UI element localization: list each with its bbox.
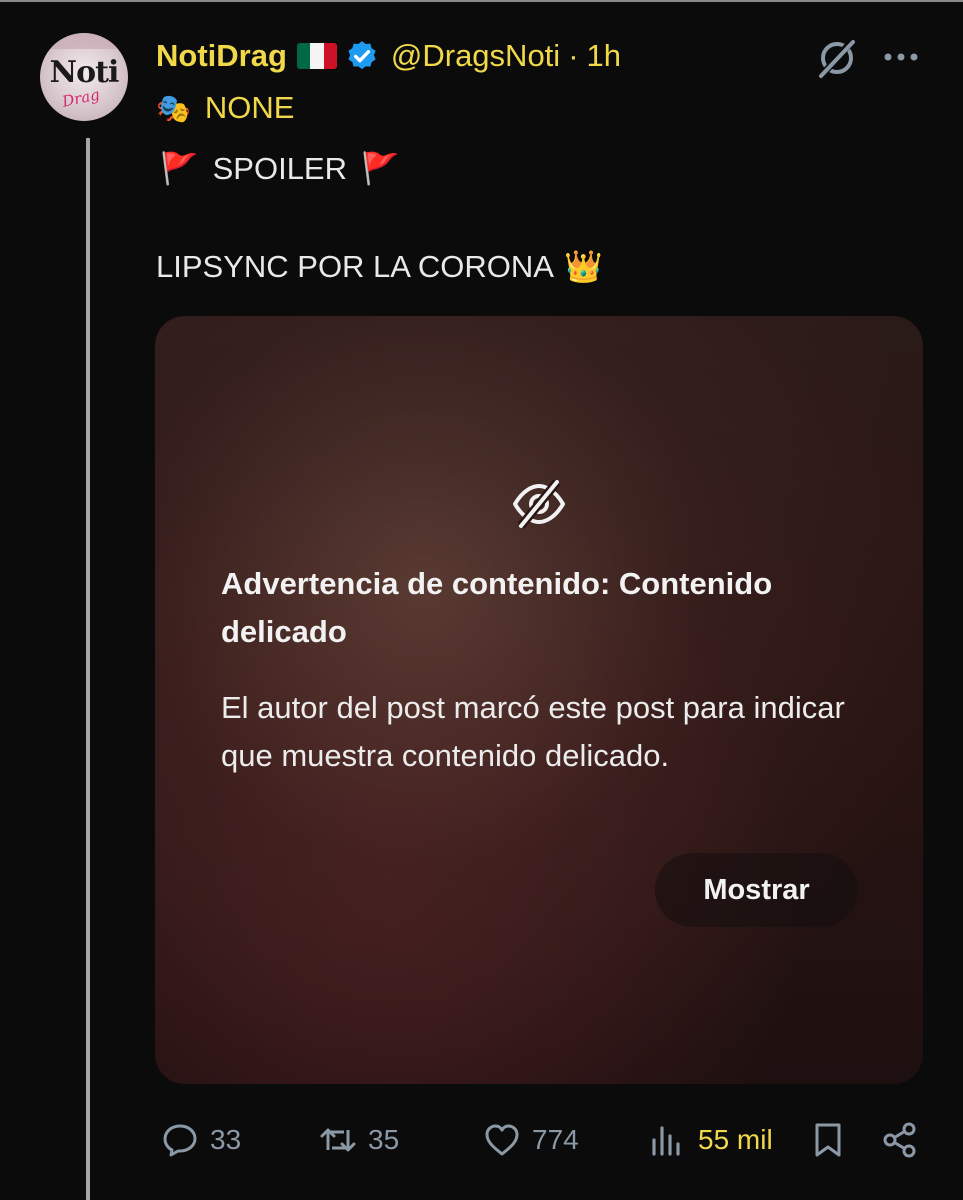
like-count: 774 [532, 1124, 579, 1155]
post-text-line-2: 🚩 SPOILER 🚩 [160, 150, 400, 187]
avatar-logo-text: Noti [49, 55, 120, 90]
red-flag-icon: 🚩 [160, 151, 199, 186]
views-count: 55 mil [698, 1124, 773, 1155]
views-icon [652, 1126, 680, 1156]
views-button[interactable]: 55 mil [648, 1110, 773, 1170]
share-button[interactable] [880, 1110, 920, 1170]
eye-slash-icon [513, 479, 565, 529]
crown-icon: 👑 [563, 249, 603, 284]
avatar-stripe [40, 33, 128, 49]
top-divider [0, 0, 963, 2]
post-time[interactable]: 1h [587, 38, 621, 74]
share-icon [883, 1122, 916, 1158]
verified-badge-icon[interactable] [345, 39, 379, 73]
post-text-line-3: LIPSYNC POR LA CORONA 👑 [156, 248, 603, 285]
bookmark-button[interactable] [808, 1110, 848, 1170]
repost-icon [320, 1128, 356, 1152]
reply-button[interactable]: 33 [160, 1110, 241, 1170]
thread-connector-line [86, 138, 90, 1200]
post-text-lipsync: LIPSYNC POR LA CORONA [156, 248, 554, 284]
avatar[interactable]: Noti Drag [40, 33, 128, 121]
sensitive-media-card[interactable]: Advertencia de contenido: Contenido deli… [155, 316, 923, 1084]
separator-dot: · [568, 38, 579, 73]
more-icon[interactable] [880, 44, 922, 70]
repost-count: 35 [368, 1124, 400, 1155]
author-name[interactable]: NotiDrag [156, 38, 287, 74]
bookmark-icon [815, 1123, 841, 1157]
post-text-line-1: 🎭 NONE [156, 90, 294, 126]
performing-arts-icon: 🎭 [156, 92, 191, 124]
author-handle[interactable]: @DragsNoti [391, 38, 560, 74]
post-header: NotiDrag @DragsNoti · 1h [156, 34, 621, 78]
reply-icon [163, 1124, 197, 1157]
like-icon [485, 1124, 519, 1156]
like-button[interactable]: 774 [482, 1110, 579, 1170]
post-text-none: NONE [204, 90, 295, 125]
reply-count: 33 [210, 1124, 242, 1155]
grok-icon[interactable] [815, 36, 859, 80]
post-text-spoiler: SPOILER [212, 150, 347, 186]
repost-button[interactable]: 35 [318, 1110, 399, 1170]
content-warning-title: Advertencia de contenido: Contenido deli… [221, 566, 773, 649]
content-warning-body: El autor del post marcó este post para i… [221, 690, 845, 773]
post-actions-bar: 33 35 774 55 mil [0, 1110, 963, 1170]
show-media-button[interactable]: Mostrar [655, 853, 858, 927]
mexico-flag-icon [296, 43, 337, 69]
red-flag-icon: 🚩 [361, 151, 400, 186]
